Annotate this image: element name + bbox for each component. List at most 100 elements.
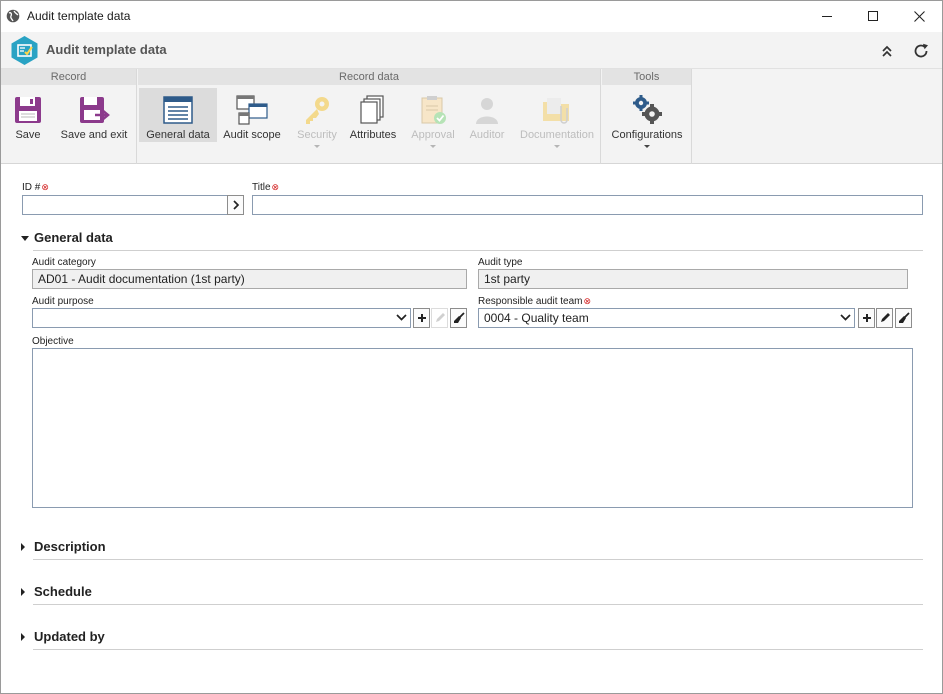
section-divider: [33, 559, 923, 560]
approval-dropdown-caret: [430, 145, 436, 148]
audit-template-window: Audit template data Audit template data: [0, 0, 943, 694]
approval-label: Approval: [411, 129, 455, 141]
pencil-icon: [880, 313, 890, 322]
ribbon-group-record-data: Record data General data Audit scope Sec…: [138, 69, 601, 164]
audit-purpose-add-button[interactable]: [413, 308, 430, 328]
broom-icon: [898, 312, 910, 323]
responsible-team-edit-button[interactable]: [876, 308, 893, 328]
pencil-icon: [435, 313, 445, 322]
documentation-dropdown-caret: [554, 145, 560, 148]
save-exit-icon: [80, 97, 110, 123]
double-chevron-up-icon: [882, 45, 892, 57]
refresh-icon: [914, 43, 928, 58]
audit-purpose-clear-button[interactable]: [450, 308, 467, 328]
audit-category-field: AD01 - Audit documentation (1st party): [32, 269, 467, 289]
id-input[interactable]: [22, 195, 228, 215]
objective-label: Objective: [32, 336, 74, 347]
collapse-header-button[interactable]: [877, 41, 897, 61]
ribbon-toolbar: Record Save Save and exit Record data Ge…: [1, 69, 942, 164]
floppy-disk-icon: [15, 97, 41, 123]
security-label: Security: [297, 129, 337, 141]
gears-icon: [633, 95, 662, 124]
audit-scope-button[interactable]: Audit scope: [219, 88, 285, 142]
pages-stack-icon: [360, 95, 384, 124]
chevron-right-icon: [232, 200, 239, 210]
responsible-team-add-button[interactable]: [858, 308, 875, 328]
key-icon: [306, 97, 329, 124]
save-and-exit-button[interactable]: Save and exit: [55, 88, 133, 142]
objective-textarea[interactable]: [32, 348, 913, 508]
audit-purpose-select[interactable]: [32, 308, 411, 328]
expand-right-icon: [21, 543, 25, 551]
configurations-dropdown-caret: [644, 145, 650, 148]
audit-purpose-edit-button[interactable]: [431, 308, 448, 328]
responsible-team-label: Responsible audit team⊗: [478, 296, 592, 307]
ribbon-group-title: Record: [1, 69, 136, 85]
documentation-label: Documentation: [520, 129, 594, 141]
clipboard-check-icon: [421, 96, 446, 124]
save-label: Save: [15, 129, 41, 141]
id-label: ID #⊗: [22, 182, 49, 193]
close-button[interactable]: [896, 1, 942, 32]
ribbon-group-record: Record Save Save and exit: [1, 69, 137, 164]
title-bar: Audit template data: [1, 1, 942, 32]
plus-icon: [417, 314, 426, 322]
scope-windows-icon: [236, 95, 268, 125]
required-marker-icon: ⊗: [583, 296, 592, 306]
responsible-team-clear-button[interactable]: [895, 308, 912, 328]
auditor-label: Auditor: [469, 129, 505, 141]
ribbon-group-title: Tools: [602, 69, 691, 85]
attributes-button[interactable]: Attributes: [345, 88, 401, 142]
general-data-button[interactable]: General data: [139, 88, 217, 142]
audit-scope-label: Audit scope: [223, 129, 281, 141]
documentation-button[interactable]: Documentation: [517, 88, 597, 148]
general-data-label: General data: [146, 129, 210, 141]
schedule-section-title: Schedule: [34, 584, 92, 599]
auditor-button[interactable]: Auditor: [461, 88, 513, 142]
chevron-down-icon: [396, 314, 407, 321]
header-title: Audit template data: [46, 42, 167, 57]
expand-right-icon: [21, 633, 25, 641]
maximize-icon: [867, 11, 878, 21]
attributes-label: Attributes: [349, 129, 397, 141]
expand-right-icon: [21, 588, 25, 596]
audit-purpose-label: Audit purpose: [32, 296, 94, 307]
section-divider: [33, 604, 923, 605]
audit-type-label: Audit type: [478, 257, 523, 268]
ribbon-group-title: Record data: [138, 69, 600, 85]
folder-clip-icon: [543, 98, 569, 124]
security-button[interactable]: Security: [289, 88, 345, 148]
responsible-team-select[interactable]: 0004 - Quality team: [478, 308, 855, 328]
audit-type-field: 1st party: [478, 269, 908, 289]
refresh-button[interactable]: [911, 41, 931, 61]
required-marker-icon: ⊗: [271, 182, 280, 192]
form-window-icon: [163, 96, 193, 124]
app-header: Audit template data: [1, 32, 942, 69]
updated-by-section-title: Updated by: [34, 629, 105, 644]
globe-app-icon: [6, 9, 20, 23]
chevron-down-icon: [840, 314, 851, 321]
general-data-section-title: General data: [34, 230, 113, 245]
description-section-title: Description: [34, 539, 106, 554]
window-title: Audit template data: [27, 9, 131, 23]
id-next-button[interactable]: [227, 195, 244, 215]
maximize-button[interactable]: [850, 1, 896, 32]
expand-down-icon: [21, 236, 29, 241]
audit-category-label: Audit category: [32, 257, 96, 268]
section-divider: [33, 649, 923, 650]
title-label: Title⊗: [252, 182, 280, 193]
security-dropdown-caret: [314, 145, 320, 148]
responsible-team-value: 0004 - Quality team: [484, 311, 589, 325]
configurations-button[interactable]: Configurations: [606, 88, 688, 148]
save-button[interactable]: Save: [5, 88, 51, 142]
close-icon: [913, 11, 925, 22]
plus-icon: [862, 314, 871, 322]
person-icon: [476, 98, 498, 124]
audit-logo-icon: [11, 36, 38, 65]
title-input[interactable]: [252, 195, 923, 215]
ribbon-group-tools: Tools Configurations: [602, 69, 692, 164]
minimize-button[interactable]: [804, 1, 850, 32]
approval-button[interactable]: Approval: [405, 88, 461, 148]
section-divider: [33, 250, 923, 251]
save-and-exit-label: Save and exit: [60, 129, 128, 141]
